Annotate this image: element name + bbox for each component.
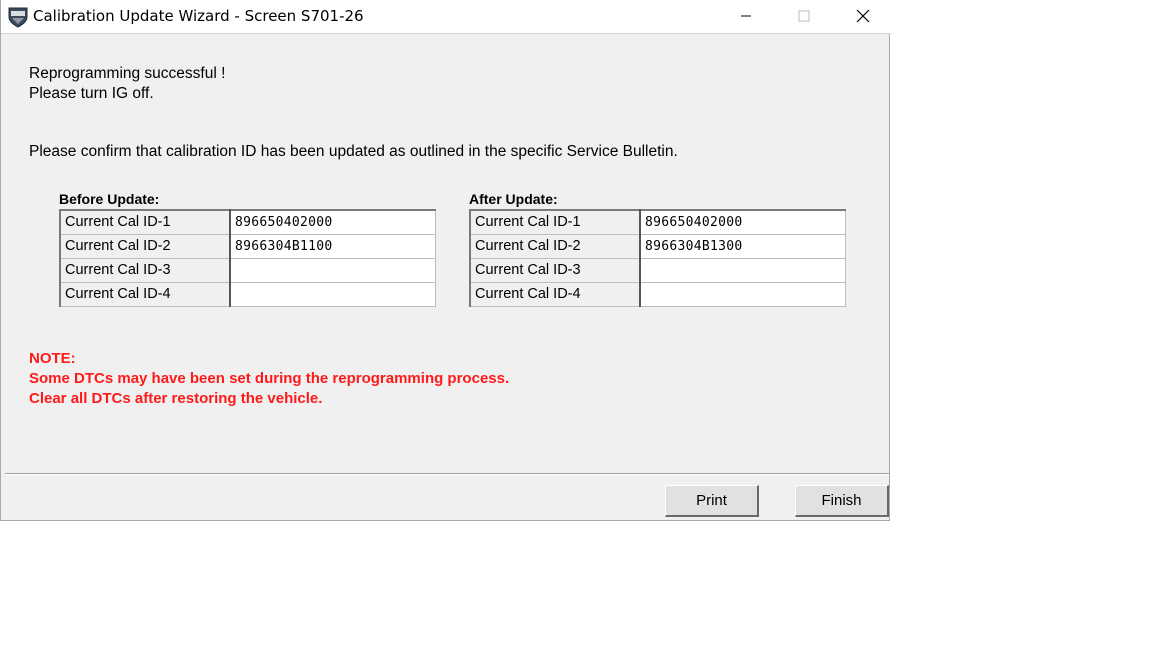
cal-id-value [639,281,846,307]
cal-id-label: Current Cal ID-3 [469,257,641,283]
wizard-content: Reprogramming successful ! Please turn I… [5,34,889,519]
table-row: Current Cal ID-4 [469,281,846,307]
success-message: Reprogramming successful ! [29,65,226,82]
cal-id-value [229,281,436,307]
maximize-icon [798,10,810,22]
print-button[interactable]: Print [665,485,759,517]
shield-logo-icon [8,7,28,28]
cal-id-label: Current Cal ID-4 [469,281,641,307]
cal-id-value: 8966304B1300 [639,233,846,259]
close-icon [856,9,870,23]
window-title: Calibration Update Wizard - Screen S701-… [33,7,364,25]
cal-id-label: Current Cal ID-1 [59,209,231,235]
ig-off-message: Please turn IG off. [29,85,154,102]
table-row: Current Cal ID-3 [59,257,436,283]
title-bar[interactable]: Calibration Update Wizard - Screen S701-… [1,0,891,34]
table-row: Current Cal ID-1 896650402000 [469,209,846,235]
close-button[interactable] [840,0,886,32]
note-line-2: Clear all DTCs after restoring the vehic… [29,390,323,407]
before-update-table: Current Cal ID-1 896650402000 Current Ca… [59,209,436,307]
footer-divider [5,473,889,475]
cal-id-label: Current Cal ID-1 [469,209,641,235]
dtc-note: NOTE: Some DTCs may have been set during… [29,349,509,409]
minimize-icon [741,15,751,17]
cal-id-label: Current Cal ID-3 [59,257,231,283]
finish-button[interactable]: Finish [795,485,889,517]
wizard-window: Calibration Update Wizard - Screen S701-… [0,0,891,521]
table-row: Current Cal ID-4 [59,281,436,307]
table-row: Current Cal ID-2 8966304B1300 [469,233,846,259]
cal-id-value: 896650402000 [639,209,846,235]
cal-id-label: Current Cal ID-2 [469,233,641,259]
table-row: Current Cal ID-1 896650402000 [59,209,436,235]
minimize-button[interactable] [723,0,769,32]
before-update-heading: Before Update: [59,191,160,207]
after-update-heading: After Update: [469,191,558,207]
cal-id-value: 896650402000 [229,209,436,235]
cal-id-value [229,257,436,283]
cal-id-value [639,257,846,283]
table-row: Current Cal ID-3 [469,257,846,283]
note-title: NOTE: [29,350,76,367]
maximize-button[interactable] [781,0,827,32]
confirm-message: Please confirm that calibration ID has b… [29,143,678,160]
cal-id-value: 8966304B1100 [229,233,436,259]
table-row: Current Cal ID-2 8966304B1100 [59,233,436,259]
cal-id-label: Current Cal ID-2 [59,233,231,259]
after-update-table: Current Cal ID-1 896650402000 Current Ca… [469,209,846,307]
note-line-1: Some DTCs may have been set during the r… [29,370,510,387]
cal-id-label: Current Cal ID-4 [59,281,231,307]
